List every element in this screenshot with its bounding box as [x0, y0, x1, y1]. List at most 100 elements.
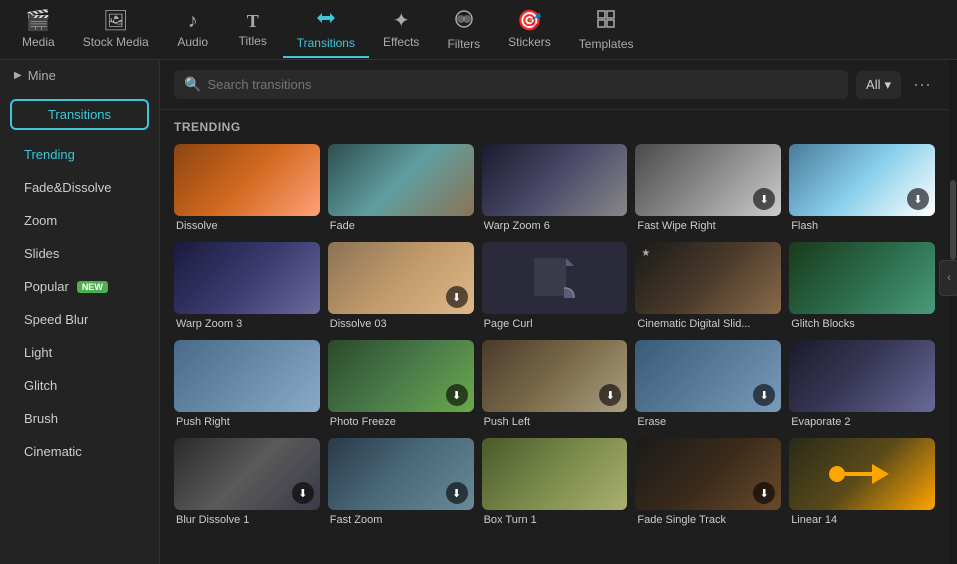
more-options-button[interactable]: ··· [909, 70, 935, 99]
transition-glitch-blocks-thumb [789, 242, 935, 314]
transition-flash-thumb: ⬇ [789, 144, 935, 216]
nav-filters[interactable]: Filters [433, 3, 494, 57]
sidebar-item-cinematic[interactable]: Cinematic [6, 436, 153, 467]
transition-dissolve-thumb [174, 144, 320, 216]
transition-flash[interactable]: ⬇ Flash [789, 144, 935, 234]
sidebar-item-slides[interactable]: Slides [6, 238, 153, 269]
transition-push-left[interactable]: ⬇ Push Left [482, 340, 628, 430]
transition-glitch-blocks[interactable]: Glitch Blocks [789, 242, 935, 332]
blur-dissolve-download-icon[interactable]: ⬇ [292, 482, 314, 504]
nav-stock-media-label: Stock Media [83, 35, 149, 49]
transition-fast-zoom[interactable]: ⬇ Fast Zoom [328, 438, 474, 528]
sidebar-item-glitch[interactable]: Glitch [6, 370, 153, 401]
sidebar-item-trending[interactable]: Trending [6, 139, 153, 170]
transition-fade-thumb [328, 144, 474, 216]
scrollbar-thumb[interactable] [950, 180, 956, 260]
transition-push-right-thumb [174, 340, 320, 412]
transition-box-turn-1[interactable]: Box Turn 1 [482, 438, 628, 528]
sidebar-fadedissolve-label: Fade&Dissolve [24, 180, 111, 195]
search-input-wrapper[interactable]: 🔍 [174, 70, 848, 99]
nav-effects[interactable]: ✦ Effects [369, 5, 433, 55]
audio-icon: ♪ [188, 11, 198, 31]
sidebar-transitions-button[interactable]: Transitions [10, 99, 149, 130]
new-badge: NEW [77, 281, 108, 293]
nav-templates[interactable]: Templates [565, 3, 648, 57]
photo-freeze-download-icon[interactable]: ⬇ [446, 384, 468, 406]
transition-cinematic-digital[interactable]: ★ Cinematic Digital Slid... [635, 242, 781, 332]
push-left-download-icon[interactable]: ⬇ [599, 384, 621, 406]
dissolve-03-download-icon[interactable]: ⬇ [446, 286, 468, 308]
content-area: 🔍 All ▾ ··· TRENDING Dissolve [160, 60, 949, 564]
transition-push-left-label: Push Left [482, 412, 628, 430]
transition-fast-wipe-right[interactable]: ⬇ Fast Wipe Right ▶ [635, 144, 781, 234]
fast-wipe-right-download-icon[interactable]: ⬇ [753, 188, 775, 210]
transition-warp-zoom-6-label: Warp Zoom 6 [482, 216, 628, 234]
transition-push-right-label: Push Right [174, 412, 320, 430]
sidebar-zoom-label: Zoom [24, 213, 57, 228]
top-navigation: 🎬 Media 🖼 Stock Media ♪ Audio T Titles T… [0, 0, 957, 60]
sidebar-item-light[interactable]: Light [6, 337, 153, 368]
transition-page-curl-thumb [482, 242, 628, 314]
transition-dissolve[interactable]: Dissolve [174, 144, 320, 234]
sidebar: ▶ Mine Transitions Trending Fade&Dissolv… [0, 60, 160, 564]
sidebar-light-label: Light [24, 345, 52, 360]
transition-box-turn-1-label: Box Turn 1 [482, 510, 628, 528]
transition-box-turn-1-thumb [482, 438, 628, 510]
sidebar-item-speedblur[interactable]: Speed Blur [6, 304, 153, 335]
filters-icon [454, 9, 474, 33]
cinematic-icon: ★ [641, 248, 650, 259]
right-scrollbar[interactable] [949, 60, 957, 564]
sidebar-collapse-button[interactable]: ‹ [939, 260, 957, 296]
transition-push-right[interactable]: Push Right [174, 340, 320, 430]
sidebar-glitch-label: Glitch [24, 378, 57, 393]
transition-evaporate-2-thumb [789, 340, 935, 412]
flash-download-icon[interactable]: ⬇ [907, 188, 929, 210]
transition-fade[interactable]: Fade [328, 144, 474, 234]
transition-dissolve-03[interactable]: ⬇ Dissolve 03 [328, 242, 474, 332]
nav-audio[interactable]: ♪ Audio [163, 5, 223, 55]
nav-titles[interactable]: T Titles [223, 6, 283, 54]
stock-media-icon: 🖼 [103, 11, 128, 31]
transition-warp-zoom-3[interactable]: Warp Zoom 3 [174, 242, 320, 332]
main-area: ▶ Mine Transitions Trending Fade&Dissolv… [0, 60, 957, 564]
sidebar-mine-section[interactable]: ▶ Mine [0, 60, 159, 91]
sidebar-item-brush[interactable]: Brush [6, 403, 153, 434]
sidebar-item-fadedissolve[interactable]: Fade&Dissolve [6, 172, 153, 203]
search-input[interactable] [207, 77, 838, 92]
nav-transitions-label: Transitions [297, 36, 355, 50]
fade-single-track-download-icon[interactable]: ⬇ [753, 482, 775, 504]
search-icon: 🔍 [184, 76, 201, 93]
transition-page-curl-label: Page Curl [482, 314, 628, 332]
transition-page-curl[interactable]: Page Curl [482, 242, 628, 332]
nav-stickers[interactable]: 🎯 Stickers [494, 5, 565, 55]
nav-media[interactable]: 🎬 Media [8, 5, 69, 55]
transition-evaporate-2-label: Evaporate 2 [789, 412, 935, 430]
transition-cinematic-digital-thumb: ★ [635, 242, 781, 314]
fast-zoom-download-icon[interactable]: ⬇ [446, 482, 468, 504]
sidebar-item-zoom[interactable]: Zoom [6, 205, 153, 236]
sidebar-popular-label: Popular [24, 279, 69, 294]
transition-linear-14[interactable]: Linear 14 [789, 438, 935, 528]
transition-erase[interactable]: ⬇ Erase [635, 340, 781, 430]
nav-transitions[interactable]: Transitions [283, 2, 369, 58]
nav-stock-media[interactable]: 🖼 Stock Media [69, 5, 163, 55]
transition-warp-zoom-6-thumb [482, 144, 628, 216]
erase-download-icon[interactable]: ⬇ [753, 384, 775, 406]
transitions-icon [315, 8, 337, 32]
sidebar-slides-label: Slides [24, 246, 59, 261]
transition-blur-dissolve-1[interactable]: ⬇ Blur Dissolve 1 [174, 438, 320, 528]
nav-effects-label: Effects [383, 35, 419, 49]
transition-dissolve-03-thumb: ⬇ [328, 242, 474, 314]
transition-fade-single-track[interactable]: ⬇ Fade Single Track [635, 438, 781, 528]
sidebar-item-popular[interactable]: Popular NEW [6, 271, 153, 302]
transition-warp-zoom-3-thumb [174, 242, 320, 314]
transition-evaporate-2[interactable]: Evaporate 2 [789, 340, 935, 430]
nav-titles-label: Titles [239, 34, 267, 48]
mine-arrow-icon: ▶ [14, 70, 22, 81]
transition-warp-zoom-6[interactable]: Warp Zoom 6 [482, 144, 628, 234]
transition-photo-freeze[interactable]: ⬇ Photo Freeze [328, 340, 474, 430]
filter-button[interactable]: All ▾ [856, 71, 901, 99]
grid-row-4: ⬇ Blur Dissolve 1 ⬇ Fast Zoom Box Turn 1 [174, 438, 935, 528]
media-icon: 🎬 [26, 11, 51, 31]
effects-icon: ✦ [393, 11, 410, 31]
